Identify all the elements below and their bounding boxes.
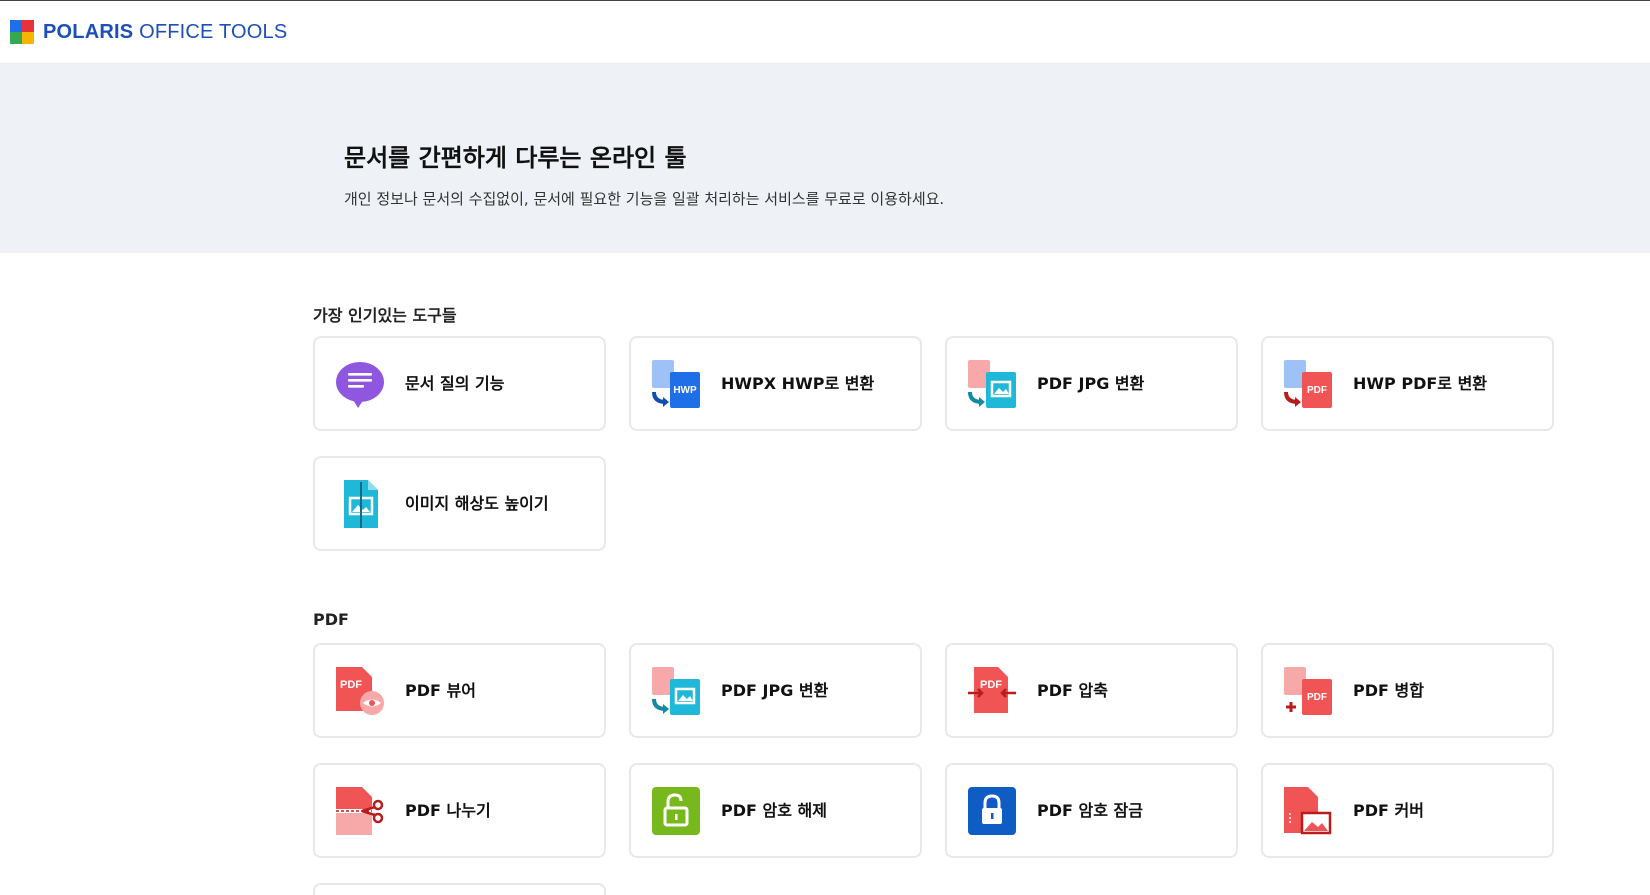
- polaris-logo-icon: [10, 20, 34, 44]
- tool-label: HWPX HWP로 변환: [721, 374, 875, 393]
- tool-card-pdf-merge[interactable]: PDF PDF 병합: [1261, 643, 1554, 738]
- hero-title: 문서를 간편하게 다루는 온라인 툴: [344, 144, 687, 172]
- tool-card-document-qa[interactable]: 문서 질의 기능: [313, 336, 606, 431]
- tool-card-pdf-viewer[interactable]: PDF PDF 뷰어: [313, 643, 606, 738]
- svg-text:PDF: PDF: [980, 679, 1002, 691]
- pdf-merge-icon: PDF: [1282, 665, 1334, 717]
- tool-card-pdf-to-jpg[interactable]: PDF JPG 변환: [945, 336, 1238, 431]
- tool-label: HWP PDF로 변환: [1353, 374, 1488, 393]
- hero-banner: 문서를 간편하게 다루는 온라인 툴 개인 정보나 문서의 수집없이, 문서에 …: [0, 64, 1650, 253]
- polaris-logo[interactable]: POLARIS OFFICE TOOLS: [10, 20, 287, 44]
- hwp-to-pdf-icon: PDF: [1282, 358, 1334, 410]
- hwpx-to-hwp-icon: HWP: [650, 358, 702, 410]
- logo-text: POLARIS OFFICE TOOLS: [43, 20, 288, 43]
- top-bar: POLARIS OFFICE TOOLS: [0, 0, 1650, 64]
- svg-text:PDF: PDF: [1307, 385, 1327, 396]
- pdf-to-jpg-icon: [966, 358, 1018, 410]
- tool-label: PDF 나누기: [405, 801, 491, 820]
- lock-icon: [966, 785, 1018, 837]
- tool-label: 이미지 해상도 높이기: [405, 494, 549, 513]
- section-title-pdf: PDF: [313, 610, 349, 629]
- pdf-to-jpg-icon: [650, 665, 702, 717]
- tool-card-pdf-unlock[interactable]: PDF 암호 해제: [629, 763, 922, 858]
- tool-card-pdf-cover[interactable]: PDF 커버: [1261, 763, 1554, 858]
- tool-card-pdf-lock[interactable]: PDF 암호 잠금: [945, 763, 1238, 858]
- svg-text:HWP: HWP: [673, 385, 697, 396]
- tool-label: PDF 암호 해제: [721, 801, 827, 820]
- tool-label: PDF 암호 잠금: [1037, 801, 1143, 820]
- tool-card-next[interactable]: [313, 883, 606, 895]
- tool-label: PDF JPG 변환: [1037, 374, 1145, 393]
- section-title-popular: 가장 인기있는 도구들: [313, 306, 457, 325]
- tool-card-pdf-to-jpg-2[interactable]: PDF JPG 변환: [629, 643, 922, 738]
- tool-card-pdf-split[interactable]: PDF 나누기: [313, 763, 606, 858]
- tool-label: PDF JPG 변환: [721, 681, 829, 700]
- tool-card-hwpx-to-hwp[interactable]: HWP HWPX HWP로 변환: [629, 336, 922, 431]
- tool-label: PDF 커버: [1353, 801, 1424, 820]
- tool-card-pdf-compress[interactable]: PDF PDF 압축: [945, 643, 1238, 738]
- tool-label: PDF 압축: [1037, 681, 1108, 700]
- pdf-viewer-icon: PDF: [334, 665, 386, 717]
- chat-bubble-icon: [334, 358, 386, 410]
- unlock-icon: [650, 785, 702, 837]
- hero-subtitle: 개인 정보나 문서의 수집없이, 문서에 필요한 기능을 일괄 처리하는 서비스…: [344, 190, 945, 208]
- image-upscale-icon: [334, 478, 386, 530]
- pdf-split-icon: [334, 785, 386, 837]
- tool-label: PDF 뷰어: [405, 681, 476, 700]
- tool-label: PDF 병합: [1353, 681, 1424, 700]
- pdf-compress-icon: PDF: [966, 665, 1018, 717]
- svg-text:PDF: PDF: [1307, 692, 1327, 703]
- tool-card-hwp-to-pdf[interactable]: PDF HWP PDF로 변환: [1261, 336, 1554, 431]
- tool-label: 문서 질의 기능: [405, 374, 505, 393]
- tool-card-image-upscale[interactable]: 이미지 해상도 높이기: [313, 456, 606, 551]
- pdf-cover-icon: [1282, 785, 1334, 837]
- svg-text:PDF: PDF: [340, 679, 362, 691]
